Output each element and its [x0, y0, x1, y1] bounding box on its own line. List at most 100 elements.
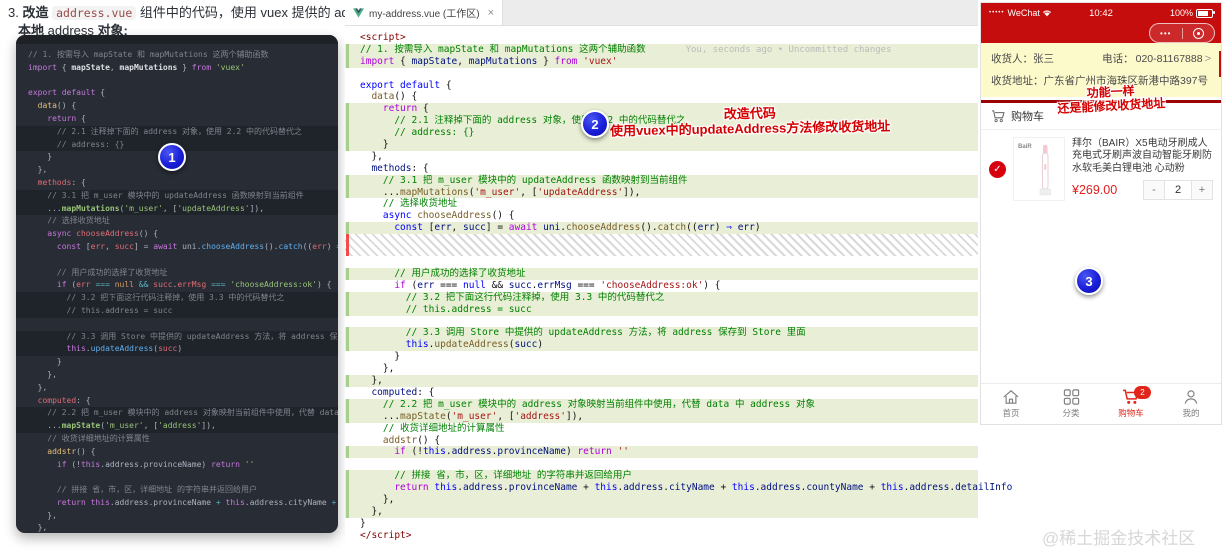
code-line: addstr() { [360, 434, 441, 446]
battery-percent: 100% [1169, 8, 1193, 18]
code-line: } [28, 357, 62, 367]
dark-editor-titlebar [16, 35, 338, 44]
code-line: // 拼接 省，市，区，详细地址 的字符串并返回给用户 [345, 470, 978, 483]
close-capsule-icon[interactable] [1183, 27, 1215, 39]
code-line: }, [345, 493, 978, 506]
code-line: methods: { [28, 177, 86, 187]
user-icon [1184, 390, 1198, 404]
code-line: // 2.1 注释掉下面的 address 对象，使用 2.2 中的代码替代之 [16, 125, 338, 139]
tab-home[interactable]: 首页 [981, 384, 1041, 424]
code-line: const [err, succ] = await uni.chooseAddr… [28, 241, 338, 251]
code-line: } [345, 139, 978, 151]
header-bold: 改造 [22, 5, 49, 20]
step-badge-1: 1 [158, 143, 186, 171]
code-line: // 选择收货地址 [360, 198, 458, 210]
code-line: import { mapState, mapMutations } from '… [28, 62, 245, 72]
phone-number: 020-81167888 [1135, 52, 1203, 65]
code-line: // 3.1 把 m_user 模块中的 updateAddress 函数映射到… [345, 174, 978, 187]
code-line: // 1. 按需导入 mapState 和 mapMutations 这两个辅助… [28, 50, 269, 59]
dark-editor-screenshot: // 1. 按需导入 mapState 和 mapMutations 这两个辅助… [16, 35, 338, 533]
code-line: } [360, 517, 366, 529]
quantity-stepper[interactable]: - 2 + [1143, 180, 1213, 201]
code-line: return this.address.provinceName + this.… [28, 497, 337, 507]
code-line: data() { [360, 91, 418, 103]
code-line: async chooseAddress() { [360, 210, 515, 222]
code-line: // 3.2 把下面这行代码注释掉，使用 3.3 中的代码替代之 [345, 291, 978, 304]
code-line: }, [28, 165, 48, 175]
code-line: // 2.2 把 m_user 模块中的 address 对象映射当前组件中使用… [345, 398, 978, 411]
code-line: addstr() { [28, 446, 96, 456]
code-line: const [err, succ] = await uni.chooseAddr… [345, 222, 978, 235]
dark-editor-code: // 1. 按需导入 mapState 和 mapMutations 这两个辅助… [16, 44, 338, 533]
receiver-name: 张三 [1033, 53, 1054, 65]
code-line: }, [345, 375, 978, 387]
code-line: ...mapState('m_user', ['address']), [16, 420, 338, 433]
header-number: 3. [8, 5, 23, 20]
code-line: }, [28, 369, 57, 379]
qty-value: 2 [1164, 181, 1192, 200]
phone-label: 电话： [1102, 53, 1134, 65]
qty-minus-button[interactable]: - [1144, 181, 1164, 199]
code-line: computed: { [360, 386, 435, 398]
code-line: // 拼接 省，市，区，详细地址 的字符串并返回给用户 [28, 485, 257, 495]
code-line: if (err === null && succ.errMsg === 'cho… [28, 280, 332, 290]
code-line: // 1. 按需导入 mapState 和 mapMutations 这两个辅助… [345, 43, 978, 56]
code-line: }, [28, 382, 48, 392]
code-line: export default { [360, 79, 452, 91]
grid-icon [1063, 389, 1079, 405]
code-line: }, [360, 150, 383, 162]
miniprogram-capsule[interactable]: ••• [1149, 23, 1215, 43]
callout-refactor-code: 改造代码 使用vuex中的updateAddress方法修改收货地址 [609, 105, 891, 139]
tab-cart[interactable]: 2 购物车 [1101, 384, 1161, 424]
code-line: // 收货详细地址的计算属性 [28, 433, 150, 443]
vue-file-icon [353, 7, 364, 18]
code-line: }, [28, 510, 57, 520]
code-line: // 用户成功的选择了收货地址 [28, 267, 168, 277]
chevron-right-icon[interactable]: > [1205, 53, 1211, 65]
cart-badge: 2 [1134, 386, 1151, 399]
code-line: return { [28, 113, 86, 123]
tab-profile[interactable]: 我的 [1161, 384, 1221, 424]
checked-icon[interactable]: ✓ [989, 160, 1006, 178]
code-line: data() { [28, 101, 77, 111]
home-icon [1003, 390, 1019, 404]
more-icon[interactable]: ••• [1150, 29, 1182, 38]
code-line: // 用户成功的选择了收货地址 [345, 268, 978, 280]
code-line: // 2.2 把 m_user 模块中的 address 对象映射当前组件中使用… [16, 407, 338, 421]
code-line: export default { [28, 88, 106, 98]
phone-tab-bar: 首页 分类 2 购物车 我的 [981, 383, 1221, 424]
code-line: // 3.2 把下面这行代码注释掉，使用 3.3 中的代码替代之 [16, 292, 338, 305]
code-line: }, [28, 523, 48, 533]
tab-category[interactable]: 分类 [1041, 384, 1101, 424]
code-line: async chooseAddress() { [28, 229, 159, 239]
receiver-label: 收货人： [991, 53, 1033, 65]
code-line: // this.address = succ [345, 303, 978, 316]
code-line: </script> [360, 529, 412, 541]
code-line: this.updateAddress(succ) [16, 343, 338, 357]
code-line [345, 234, 978, 257]
code-line: // this.address = succ [16, 304, 338, 318]
code-line: } [360, 351, 401, 363]
code-line: this.updateAddress(succ) [345, 339, 978, 352]
code-line: import { mapState, mapMutations } from '… [345, 55, 978, 68]
qty-plus-button[interactable]: + [1192, 181, 1212, 199]
step-badge-3: 3 [1075, 267, 1103, 295]
code-line: <script> [360, 32, 406, 43]
product-price: ¥269.00 [1072, 183, 1118, 198]
code-line: if (err === null && succ.errMsg === 'cho… [360, 279, 721, 291]
code-line: // 3.3 调用 Store 中提供的 updateAddress 方法，将 … [345, 327, 978, 340]
cart-icon [991, 109, 1005, 122]
tab-close-icon[interactable]: × [488, 7, 494, 19]
cart-product-row[interactable]: ✓ BaiR 拜尔（BAIR）X5电动牙刷成人充电式牙刷声波自动智能牙刷防水软毛… [981, 130, 1221, 209]
code-line: methods: { [360, 162, 429, 174]
scroll-indicator [1219, 51, 1221, 77]
tab-my-address-vue[interactable]: my-address.vue (工作区) × [345, 0, 503, 25]
code-line: }, [345, 505, 978, 518]
inline-code-chip: address.vue [52, 6, 137, 20]
code-line: // 3.3 调用 Store 中提供的 updateAddress 方法，将 … [16, 330, 338, 344]
